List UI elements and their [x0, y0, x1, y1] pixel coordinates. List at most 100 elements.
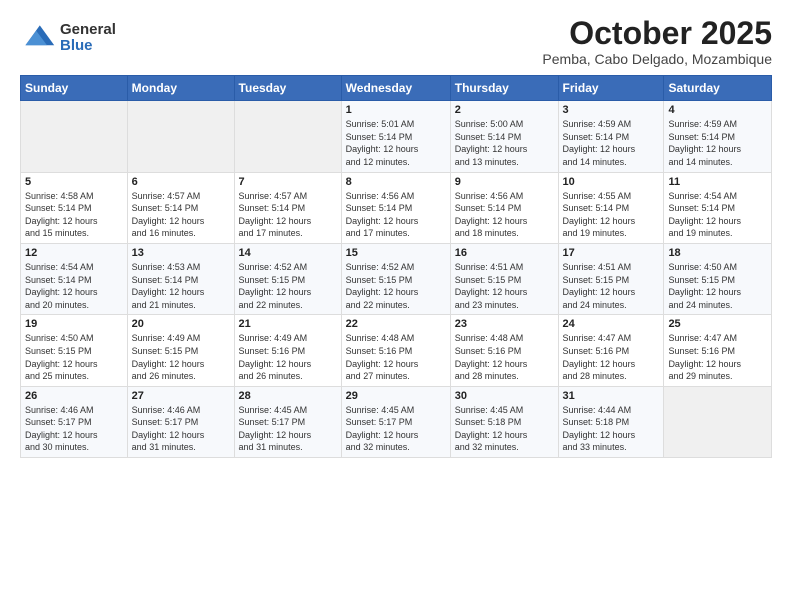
- table-row: 30 Sunrise: 4:45 AM Sunset: 5:18 PM Dayli…: [450, 386, 558, 457]
- day-number: 25: [668, 318, 767, 330]
- weekday-header-row: Sunday Monday Tuesday Wednesday Thursday…: [21, 76, 772, 101]
- day-number: 2: [455, 104, 554, 116]
- day-number: 9: [455, 176, 554, 188]
- table-row: 9 Sunrise: 4:56 AM Sunset: 5:14 PM Daylig…: [450, 172, 558, 243]
- table-row: 10 Sunrise: 4:55 AM Sunset: 5:14 PM Dayli…: [558, 172, 664, 243]
- calendar-week-row: 12Sunrise: 4:54 AM Sunset: 5:14 PM Dayli…: [21, 243, 772, 314]
- header-saturday: Saturday: [664, 76, 772, 101]
- table-row: 5 Sunrise: 4:58 AM Sunset: 5:14 PM Daylig…: [21, 172, 128, 243]
- day-number: 17: [563, 247, 660, 259]
- header-wednesday: Wednesday: [341, 76, 450, 101]
- day-info: Sunrise: 4:57 AM Sunset: 5:14 PM Dayligh…: [239, 190, 337, 240]
- day-info: Sunrise: 4:56 AM Sunset: 5:14 PM Dayligh…: [346, 190, 446, 240]
- day-number: 28: [239, 390, 337, 402]
- day-info: Sunrise: 4:46 AM Sunset: 5:17 PM Dayligh…: [132, 404, 230, 454]
- table-row: 18 Sunrise: 4:50 AM Sunset: 5:15 PM Dayli…: [664, 243, 772, 314]
- day-number: 24: [563, 318, 660, 330]
- day-info: Sunrise: 4:59 AM Sunset: 5:14 PM Dayligh…: [563, 118, 660, 168]
- day-number: 27: [132, 390, 230, 402]
- day-info: Sunrise: 4:52 AM Sunset: 5:15 PM Dayligh…: [239, 261, 337, 311]
- day-info: Sunrise: 4:53 AM Sunset: 5:14 PM Dayligh…: [132, 261, 230, 311]
- day-info: Sunrise: 4:52 AM Sunset: 5:15 PM Dayligh…: [346, 261, 446, 311]
- table-row: 12Sunrise: 4:54 AM Sunset: 5:14 PM Dayli…: [21, 243, 128, 314]
- header: General Blue October 2025 Pemba, Cabo De…: [20, 16, 772, 67]
- day-info: Sunrise: 4:54 AM Sunset: 5:14 PM Dayligh…: [25, 261, 123, 311]
- day-info: Sunrise: 4:54 AM Sunset: 5:14 PM Dayligh…: [668, 190, 767, 240]
- table-row: 7 Sunrise: 4:57 AM Sunset: 5:14 PM Daylig…: [234, 172, 341, 243]
- table-row: 31 Sunrise: 4:44 AM Sunset: 5:18 PM Dayli…: [558, 386, 664, 457]
- table-row: 16Sunrise: 4:51 AM Sunset: 5:15 PM Dayli…: [450, 243, 558, 314]
- day-number: 6: [132, 176, 230, 188]
- day-number: 3: [563, 104, 660, 116]
- day-number: 10: [563, 176, 660, 188]
- day-info: Sunrise: 4:49 AM Sunset: 5:16 PM Dayligh…: [239, 332, 337, 382]
- day-info: Sunrise: 4:58 AM Sunset: 5:14 PM Dayligh…: [25, 190, 123, 240]
- day-number: 4: [668, 104, 767, 116]
- logo-icon: [20, 20, 56, 56]
- table-row: 4 Sunrise: 4:59 AM Sunset: 5:14 PM Daylig…: [664, 101, 772, 172]
- table-row: 8 Sunrise: 4:56 AM Sunset: 5:14 PM Daylig…: [341, 172, 450, 243]
- header-thursday: Thursday: [450, 76, 558, 101]
- calendar-week-row: 1 Sunrise: 5:01 AM Sunset: 5:14 PM Daylig…: [21, 101, 772, 172]
- day-number: 5: [25, 176, 123, 188]
- table-row: 14 Sunrise: 4:52 AM Sunset: 5:15 PM Dayli…: [234, 243, 341, 314]
- table-row: 1 Sunrise: 5:01 AM Sunset: 5:14 PM Daylig…: [341, 101, 450, 172]
- day-number: 8: [346, 176, 446, 188]
- calendar-table: Sunday Monday Tuesday Wednesday Thursday…: [20, 75, 772, 458]
- day-number: 26: [25, 390, 123, 402]
- day-number: 7: [239, 176, 337, 188]
- day-number: 15: [346, 247, 446, 259]
- day-number: 22: [346, 318, 446, 330]
- day-number: 1: [346, 104, 446, 116]
- month-title: October 2025: [542, 16, 772, 51]
- day-number: 31: [563, 390, 660, 402]
- table-row: 25Sunrise: 4:47 AM Sunset: 5:16 PM Dayli…: [664, 315, 772, 386]
- day-number: 18: [668, 247, 767, 259]
- day-info: Sunrise: 4:49 AM Sunset: 5:15 PM Dayligh…: [132, 332, 230, 382]
- table-row: [127, 101, 234, 172]
- table-row: [234, 101, 341, 172]
- table-row: 15 Sunrise: 4:52 AM Sunset: 5:15 PM Dayli…: [341, 243, 450, 314]
- day-info: Sunrise: 5:01 AM Sunset: 5:14 PM Dayligh…: [346, 118, 446, 168]
- day-number: 29: [346, 390, 446, 402]
- logo-text: General Blue: [60, 22, 116, 55]
- logo: General Blue: [20, 20, 116, 56]
- day-info: Sunrise: 4:46 AM Sunset: 5:17 PM Dayligh…: [25, 404, 123, 454]
- calendar-week-row: 19Sunrise: 4:50 AM Sunset: 5:15 PM Dayli…: [21, 315, 772, 386]
- table-row: 26 Sunrise: 4:46 AM Sunset: 5:17 PM Dayli…: [21, 386, 128, 457]
- table-row: 19Sunrise: 4:50 AM Sunset: 5:15 PM Dayli…: [21, 315, 128, 386]
- day-info: Sunrise: 4:59 AM Sunset: 5:14 PM Dayligh…: [668, 118, 767, 168]
- day-info: Sunrise: 4:50 AM Sunset: 5:15 PM Dayligh…: [668, 261, 767, 311]
- day-number: 21: [239, 318, 337, 330]
- header-sunday: Sunday: [21, 76, 128, 101]
- day-number: 20: [132, 318, 230, 330]
- day-info: Sunrise: 4:45 AM Sunset: 5:18 PM Dayligh…: [455, 404, 554, 454]
- day-info: Sunrise: 4:50 AM Sunset: 5:15 PM Dayligh…: [25, 332, 123, 382]
- header-tuesday: Tuesday: [234, 76, 341, 101]
- table-row: 27 Sunrise: 4:46 AM Sunset: 5:17 PM Dayli…: [127, 386, 234, 457]
- table-row: 2 Sunrise: 5:00 AM Sunset: 5:14 PM Daylig…: [450, 101, 558, 172]
- day-number: 11: [668, 176, 767, 188]
- table-row: 6Sunrise: 4:57 AM Sunset: 5:14 PM Daylig…: [127, 172, 234, 243]
- day-info: Sunrise: 5:00 AM Sunset: 5:14 PM Dayligh…: [455, 118, 554, 168]
- day-info: Sunrise: 4:45 AM Sunset: 5:17 PM Dayligh…: [239, 404, 337, 454]
- logo-general-text: General: [60, 22, 116, 39]
- day-info: Sunrise: 4:47 AM Sunset: 5:16 PM Dayligh…: [563, 332, 660, 382]
- table-row: 24 Sunrise: 4:47 AM Sunset: 5:16 PM Dayli…: [558, 315, 664, 386]
- calendar-week-row: 26 Sunrise: 4:46 AM Sunset: 5:17 PM Dayli…: [21, 386, 772, 457]
- table-row: 29Sunrise: 4:45 AM Sunset: 5:17 PM Dayli…: [341, 386, 450, 457]
- logo-blue-text: Blue: [60, 38, 116, 55]
- table-row: 17Sunrise: 4:51 AM Sunset: 5:15 PM Dayli…: [558, 243, 664, 314]
- day-number: 13: [132, 247, 230, 259]
- day-number: 14: [239, 247, 337, 259]
- page: General Blue October 2025 Pemba, Cabo De…: [0, 0, 792, 612]
- table-row: 23Sunrise: 4:48 AM Sunset: 5:16 PM Dayli…: [450, 315, 558, 386]
- location-subtitle: Pemba, Cabo Delgado, Mozambique: [542, 51, 772, 67]
- day-info: Sunrise: 4:44 AM Sunset: 5:18 PM Dayligh…: [563, 404, 660, 454]
- day-info: Sunrise: 4:55 AM Sunset: 5:14 PM Dayligh…: [563, 190, 660, 240]
- table-row: 11 Sunrise: 4:54 AM Sunset: 5:14 PM Dayli…: [664, 172, 772, 243]
- day-info: Sunrise: 4:56 AM Sunset: 5:14 PM Dayligh…: [455, 190, 554, 240]
- day-number: 16: [455, 247, 554, 259]
- day-number: 30: [455, 390, 554, 402]
- table-row: 3 Sunrise: 4:59 AM Sunset: 5:14 PM Daylig…: [558, 101, 664, 172]
